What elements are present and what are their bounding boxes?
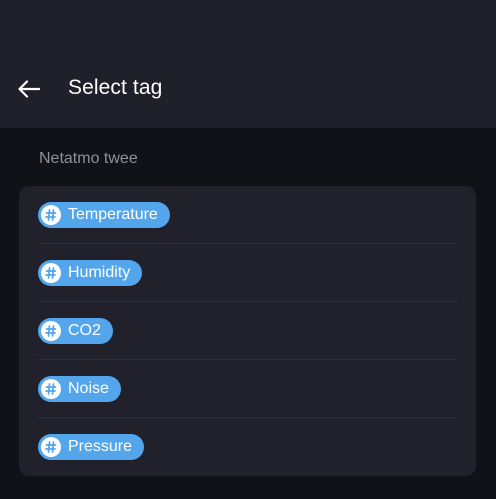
tag-chip: Temperature xyxy=(38,202,170,228)
tag-item-pressure[interactable]: Pressure xyxy=(19,418,476,476)
app-bar: Select tag xyxy=(0,0,496,128)
tag-item-noise[interactable]: Noise xyxy=(19,360,476,418)
tag-label: Temperature xyxy=(68,206,158,223)
hash-icon xyxy=(41,379,61,399)
section-header: Netatmo twee xyxy=(39,150,138,167)
tag-chip: Noise xyxy=(38,376,121,402)
page-title: Select tag xyxy=(68,76,163,99)
arrow-left-icon xyxy=(18,80,40,98)
tag-item-co2[interactable]: CO2 xyxy=(19,302,476,360)
hash-icon xyxy=(41,321,61,341)
hash-icon xyxy=(41,263,61,283)
tag-label: Humidity xyxy=(68,264,131,281)
tag-label: Noise xyxy=(68,380,109,397)
tag-item-temperature[interactable]: Temperature xyxy=(19,186,476,244)
tag-chip: Humidity xyxy=(38,260,143,286)
hash-icon xyxy=(41,205,61,225)
tag-label: Pressure xyxy=(68,438,133,455)
tag-label: CO2 xyxy=(68,322,101,339)
hash-icon xyxy=(41,437,61,457)
tag-item-humidity[interactable]: Humidity xyxy=(19,244,476,302)
tag-chip: Pressure xyxy=(38,434,145,460)
tag-chip: CO2 xyxy=(38,318,113,344)
back-button[interactable] xyxy=(14,74,44,104)
tag-list: Temperature Humidity CO2 Noise Pressure xyxy=(19,186,476,476)
